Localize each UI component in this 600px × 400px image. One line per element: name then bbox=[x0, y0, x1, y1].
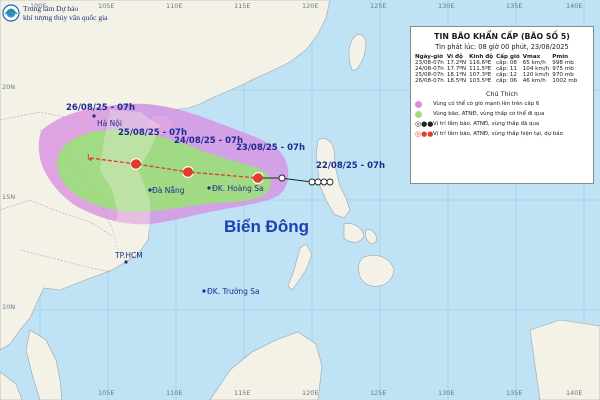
taiwan-island bbox=[348, 34, 367, 71]
lon-top-110: 110E bbox=[166, 2, 183, 10]
lon-bottom-120: 120E bbox=[302, 389, 319, 397]
track-label-24-08: 24/08/25 - 07h bbox=[174, 136, 244, 146]
lon-top-120: 120E bbox=[302, 2, 319, 10]
lat-15n: 15N bbox=[2, 193, 16, 201]
legend-text: Vị trí tâm bão, ATNĐ, vùng thấp hiện tại… bbox=[433, 131, 563, 137]
luzon-island bbox=[315, 138, 351, 219]
cell: cấp: 06 bbox=[496, 78, 517, 84]
legend-item-current-forecast: ◎●● Vị trí tâm bão, ATNĐ, vùng thấp hiện… bbox=[415, 130, 593, 138]
table-row: 26/08-07h 18.5ºN 103.5ºE cấp: 06 46 km/h… bbox=[415, 78, 580, 84]
palawan-island bbox=[287, 243, 313, 291]
cell: 1002 mb bbox=[552, 78, 578, 84]
lon-bottom-140: 140E bbox=[566, 389, 583, 397]
legend-text: Vị trí tâm bão, ATNĐ, vùng thấp đã qua bbox=[433, 121, 540, 127]
visayas-islands bbox=[343, 223, 377, 244]
track-label-23-08: 23/08/25 - 07h bbox=[236, 143, 306, 153]
legend-text: Vùng có thể có gió mạnh lên trên cấp 6 bbox=[433, 101, 540, 107]
sea-name: Biển Đông bbox=[224, 217, 309, 236]
island-truongsa: ĐK. Trường Sa bbox=[207, 287, 260, 296]
city-hcm: TP.HCM bbox=[115, 251, 143, 260]
lon-top-100: 100E bbox=[30, 2, 47, 10]
track-label-22-08: 22/08/25 - 07h bbox=[316, 161, 386, 171]
hcm-marker bbox=[124, 260, 128, 264]
track-label-26-08: 26/08/25 - 07h bbox=[66, 103, 136, 113]
past-storm-symbols-icon: ◎●● bbox=[415, 120, 434, 128]
brand-line-2: khí tượng thủy văn quốc gia bbox=[23, 13, 108, 22]
city-hanoi: Hà Nội bbox=[97, 119, 122, 128]
lon-top-105: 105E bbox=[98, 2, 115, 10]
new-guinea bbox=[529, 319, 600, 400]
hoangsa-marker bbox=[207, 186, 211, 190]
cell: 103.5ºE bbox=[469, 78, 492, 84]
storm-map: ↳ Trung tâm Dự báo khí tượng thủy văn qu… bbox=[0, 0, 600, 400]
bulletin-panel: TIN BÃO KHẨN CẤP (BÃO SỐ 5) Tin phát lúc… bbox=[410, 26, 594, 184]
lon-top-125: 125E bbox=[370, 2, 387, 10]
legend-item-wind-zone: Vùng có thể có gió mạnh lên trên cấp 6 bbox=[415, 100, 593, 108]
bulletin-issued-time: Tin phát lúc: 08 giờ 00 phút, 23/08/2025 bbox=[435, 43, 569, 51]
legend-item-past-positions: ◎●● Vị trí tâm bão, ATNĐ, vùng thấp đã q… bbox=[415, 120, 593, 128]
storm-zone-swatch-icon bbox=[415, 110, 422, 118]
lon-top-135: 135E bbox=[506, 2, 523, 10]
lat-20n: 20N bbox=[2, 83, 16, 91]
lat-10n: 10N bbox=[2, 303, 16, 311]
city-danang: Đà Nẵng bbox=[152, 186, 185, 195]
lon-bottom-105: 105E bbox=[98, 389, 115, 397]
legend-title: Chú Thích bbox=[486, 90, 518, 98]
island-hoangsa: ĐK. Hoàng Sa bbox=[212, 184, 264, 193]
cell: 46 km/h bbox=[522, 78, 546, 84]
lon-bottom-125: 125E bbox=[370, 389, 387, 397]
svg-text:↳: ↳ bbox=[86, 154, 94, 164]
forecast-table: Ngày-giờ Vĩ độ Kinh độ Cấp gió Vmax Pmin… bbox=[415, 54, 580, 84]
storm-symbol-24-08 bbox=[182, 166, 194, 178]
lon-bottom-110: 110E bbox=[166, 389, 183, 397]
cell: 18.5ºN bbox=[446, 78, 467, 84]
cell: 26/08-07h bbox=[415, 78, 444, 84]
lon-top-115: 115E bbox=[234, 2, 251, 10]
hanoi-marker bbox=[92, 114, 96, 118]
sumatra-island bbox=[0, 371, 23, 400]
nchmf-logo-icon bbox=[2, 4, 20, 22]
bulletin-title: TIN BÃO KHẨN CẤP (BÃO SỐ 5) bbox=[434, 32, 570, 41]
malay-peninsula bbox=[25, 329, 63, 400]
legend-item-storm-zone: Vùng bão, ATNĐ, vùng thấp có thể đi qua bbox=[415, 110, 593, 118]
lon-bottom-115: 115E bbox=[234, 389, 251, 397]
storm-symbol-23-08 bbox=[252, 172, 264, 184]
wind-zone-swatch-icon bbox=[415, 100, 422, 108]
storm-symbol-25-08 bbox=[130, 158, 142, 170]
truongsa-marker bbox=[202, 289, 206, 293]
lon-top-130: 130E bbox=[438, 2, 455, 10]
legend-text: Vùng bão, ATNĐ, vùng thấp có thể đi qua bbox=[433, 111, 545, 117]
mindanao-island bbox=[358, 255, 395, 287]
lon-bottom-130: 130E bbox=[438, 389, 455, 397]
forecast-storm-symbols-icon: ◎●● bbox=[415, 130, 434, 138]
brand-header: Trung tâm Dự báo khí tượng thủy văn quốc… bbox=[2, 4, 107, 22]
lon-top-140: 140E bbox=[566, 2, 583, 10]
low-pressure-symbol-26-08: ↳ bbox=[86, 154, 94, 164]
lon-bottom-135: 135E bbox=[506, 389, 523, 397]
